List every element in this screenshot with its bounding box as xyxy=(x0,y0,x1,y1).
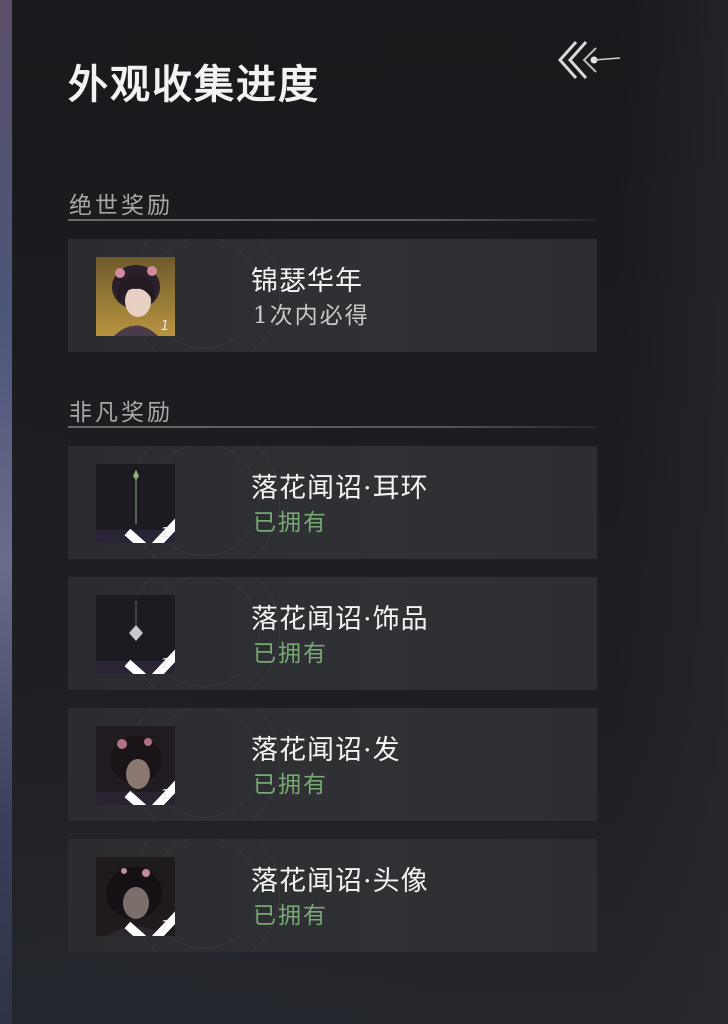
back-button[interactable] xyxy=(556,36,622,84)
item-thumbnail-ornament: 1 xyxy=(96,595,175,674)
item-status: 1次内必得 xyxy=(253,303,370,329)
reward-card[interactable]: 1 锦瑟华年 1次内必得 xyxy=(68,239,597,352)
item-count: 1 xyxy=(160,526,169,541)
item-count: 1 xyxy=(160,919,169,934)
reward-card[interactable]: 1 落花闻诏·饰品 已拥有 xyxy=(68,577,597,690)
item-count: 1 xyxy=(160,319,169,334)
page-title: 外观收集进度 xyxy=(68,61,320,108)
section-divider xyxy=(68,219,596,221)
collection-screen: 外观收集进度 绝世奖励 1 锦瑟华年 1次内必得 非凡奖励 1 落花闻诏·耳环 … xyxy=(0,0,728,1024)
panel-fade xyxy=(618,0,728,1024)
item-status: 已拥有 xyxy=(253,903,328,929)
section-label-legendary: 绝世奖励 xyxy=(69,193,173,219)
item-thumbnail-portrait: 1 xyxy=(96,257,175,336)
reward-card[interactable]: 1 落花闻诏·发 已拥有 xyxy=(68,708,597,821)
item-status: 已拥有 xyxy=(253,510,328,536)
reward-card[interactable]: 1 落花闻诏·耳环 已拥有 xyxy=(68,446,597,559)
item-name: 落花闻诏·耳环 xyxy=(251,473,429,504)
double-chevron-left-icon xyxy=(557,41,621,79)
reward-card[interactable]: 1 落花闻诏·头像 已拥有 xyxy=(68,839,597,952)
item-name: 落花闻诏·头像 xyxy=(251,866,429,897)
item-status: 已拥有 xyxy=(253,641,328,667)
item-count: 1 xyxy=(160,788,169,803)
item-status: 已拥有 xyxy=(253,772,328,798)
item-thumbnail-earring: 1 xyxy=(96,464,175,543)
item-name: 落花闻诏·发 xyxy=(251,735,401,766)
section-label-extraordinary: 非凡奖励 xyxy=(69,400,173,426)
item-name: 锦瑟华年 xyxy=(251,266,363,297)
item-thumbnail-avatar: 1 xyxy=(96,857,175,936)
section-divider xyxy=(68,426,596,428)
item-thumbnail-hair: 1 xyxy=(96,726,175,805)
item-name: 落花闻诏·饰品 xyxy=(251,604,429,635)
item-count: 1 xyxy=(160,657,169,672)
